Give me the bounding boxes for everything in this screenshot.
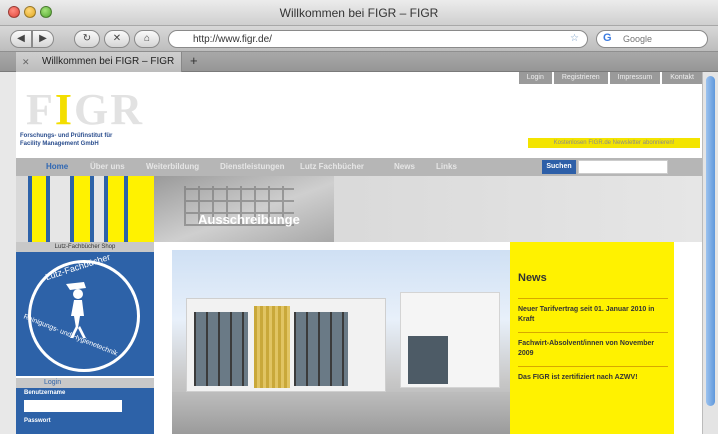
stripes-graphic — [16, 176, 154, 242]
stop-icon: ✕ — [112, 33, 122, 44]
login-title: Login — [16, 378, 154, 388]
new-tab-button[interactable]: + — [190, 52, 198, 70]
building-photo — [172, 250, 510, 434]
password-label: Passwort — [24, 418, 51, 424]
browser-toolbar: ◀ ▶ ↻ ✕ ⌂ ☆ G — [0, 26, 718, 52]
tagline-line-2: Facility Management GmbH — [20, 141, 99, 147]
forward-button[interactable]: ▶ — [32, 30, 54, 48]
web-page: Login Registrieren Impressum Kontakt FIG… — [16, 72, 702, 434]
nav-home[interactable]: Home — [46, 158, 68, 176]
home-button[interactable]: ⌂ — [134, 30, 160, 48]
title-bar: Willkommen bei FIGR – FIGR — [0, 0, 718, 26]
url-input[interactable] — [193, 32, 553, 46]
news-title: News — [518, 272, 547, 284]
tab-figr[interactable]: ✕ Willkommen bei FIGR – FIGR — [16, 52, 182, 72]
hero-title: Ausschreibunge — [198, 212, 300, 227]
site-logo[interactable]: FIGR — [26, 84, 144, 135]
book-promo[interactable]: Lutz-Fachbücher Reinigungs- und Hygienet… — [16, 252, 154, 376]
news-item[interactable]: Fachwirt-Absolvent/innen von November 20… — [518, 332, 668, 359]
bookmark-icon[interactable]: ☆ — [570, 33, 579, 44]
logo-letter-i: I — [54, 85, 75, 134]
page-scrollbar[interactable] — [702, 72, 718, 434]
left-column: Lutz-Fachbücher Shop Lutz-Fachbücher Rei… — [16, 242, 154, 434]
toplink-register[interactable]: Registrieren — [553, 72, 608, 84]
browser-window: Willkommen bei FIGR – FIGR ◀ ▶ ↻ ✕ ⌂ ☆ G… — [0, 0, 718, 434]
username-label: Benutzername — [24, 390, 66, 396]
news-panel: News Neuer Tarifvertrag seit 01. Januar … — [510, 242, 674, 434]
site-search-field[interactable] — [578, 160, 668, 174]
top-links: Login Registrieren Impressum Kontakt — [517, 72, 702, 84]
window-title: Willkommen bei FIGR – FIGR — [279, 6, 439, 20]
logo-letter-f: F — [26, 85, 55, 134]
nav-training[interactable]: Weiterbildung — [146, 158, 199, 176]
shop-label[interactable]: Lutz-Fachbücher Shop — [16, 242, 154, 252]
scrollbar-thumb[interactable] — [706, 76, 715, 406]
nav-news[interactable]: News — [394, 158, 415, 176]
search-bar[interactable]: G — [596, 30, 708, 48]
nav-about[interactable]: Über uns — [90, 158, 125, 176]
site-header: Login Registrieren Impressum Kontakt FIG… — [16, 72, 702, 158]
reload-button[interactable]: ↻ — [74, 30, 100, 48]
home-icon: ⌂ — [143, 33, 151, 44]
tab-title: Willkommen bei FIGR – FIGR — [42, 56, 175, 67]
search-input[interactable] — [623, 32, 699, 46]
close-tab-icon[interactable]: ✕ — [22, 52, 30, 72]
hero-banner: Ausschreibunge — [16, 176, 702, 242]
news-item[interactable]: Das FIGR ist zertifiziert nach AZWV! — [518, 366, 668, 383]
address-bar[interactable]: ☆ — [168, 30, 588, 48]
newsletter-link[interactable]: Kostenlosen FIGR.de Newsletter abonniere… — [528, 138, 700, 148]
nav-links[interactable]: Links — [436, 158, 457, 176]
search-button[interactable]: Suchen — [542, 160, 576, 174]
news-item[interactable]: Neuer Tarifvertrag seit 01. Januar 2010 … — [518, 298, 668, 325]
nav-books[interactable]: Lutz Fachbücher — [300, 158, 364, 176]
reload-icon: ↻ — [82, 33, 92, 44]
nav-services[interactable]: Dienstleistungen — [220, 158, 284, 176]
username-input[interactable] — [24, 400, 122, 412]
forward-icon: ▶ — [39, 33, 47, 44]
back-button[interactable]: ◀ — [10, 30, 32, 48]
hero-building-image — [154, 176, 334, 242]
toplink-login[interactable]: Login — [518, 72, 552, 84]
google-icon: G — [603, 32, 612, 44]
stop-button[interactable]: ✕ — [104, 30, 130, 48]
main-navigation: Home Über uns Weiterbildung Dienstleistu… — [16, 158, 702, 176]
tagline-line-1: Forschungs- und Prüfinstitut für — [20, 133, 113, 139]
tab-bar: ✕ Willkommen bei FIGR – FIGR + — [0, 52, 718, 72]
back-icon: ◀ — [17, 33, 25, 44]
site-tagline: Forschungs- und Prüfinstitut für Facilit… — [20, 132, 160, 148]
logo-letters-gr: GR — [74, 85, 145, 134]
login-box: Login Benutzername Passwort — [16, 378, 154, 434]
toplink-contact[interactable]: Kontakt — [662, 72, 702, 84]
toplink-imprint[interactable]: Impressum — [609, 72, 661, 84]
